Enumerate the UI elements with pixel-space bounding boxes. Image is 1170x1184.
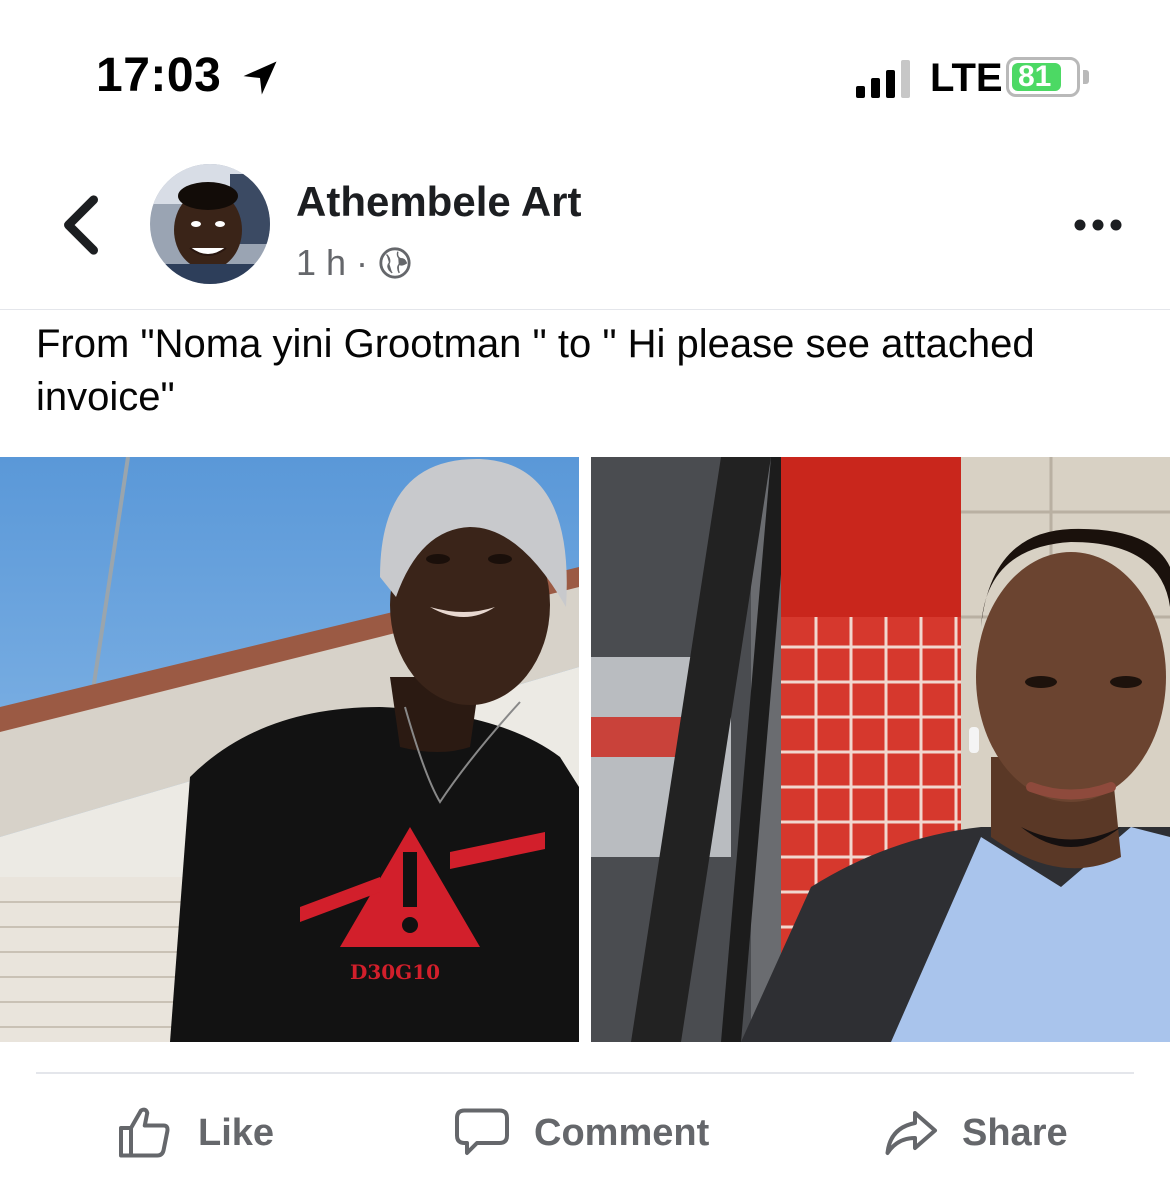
battery-percent: 81	[1018, 60, 1052, 93]
battery-icon: 81	[1006, 57, 1080, 97]
post-photo-left[interactable]: D30G10	[0, 457, 579, 1042]
actions-divider	[36, 1072, 1134, 1074]
share-button[interactable]: Share	[880, 1098, 1068, 1168]
share-label: Share	[962, 1111, 1068, 1154]
like-label: Like	[198, 1111, 275, 1154]
author-name[interactable]: Athembele Art	[296, 178, 582, 226]
status-bar: 17:03 LTE 81	[0, 0, 1170, 150]
author-avatar[interactable]	[150, 164, 270, 284]
globe-icon	[379, 247, 411, 279]
like-button[interactable]: Like	[116, 1098, 274, 1168]
more-options-button[interactable]	[1072, 210, 1124, 240]
network-type: LTE	[930, 56, 1003, 100]
shirt-text: D30G10	[350, 960, 440, 984]
post-text: From "Noma yini Grootman " to " Hi pleas…	[36, 322, 1035, 419]
header-divider	[0, 309, 1170, 310]
share-arrow-icon	[885, 1111, 937, 1155]
comment-bubble-icon	[455, 1108, 509, 1155]
comment-label: Comment	[534, 1111, 710, 1154]
location-arrow-icon	[243, 61, 277, 95]
thumbs-up-icon	[119, 1107, 170, 1158]
battery-tip	[1083, 70, 1089, 84]
status-time: 17:03	[96, 49, 222, 102]
post-time[interactable]: 1 h	[296, 242, 346, 284]
back-button[interactable]	[54, 192, 110, 258]
post-meta: 1 h ·	[296, 242, 412, 284]
post-photo-right[interactable]	[591, 457, 1170, 1042]
comment-button[interactable]: Comment	[452, 1098, 709, 1168]
signal-strength-icon	[856, 60, 912, 98]
meta-separator: ·	[356, 242, 369, 283]
post-header: Athembele Art 1 h ·	[0, 150, 1170, 308]
